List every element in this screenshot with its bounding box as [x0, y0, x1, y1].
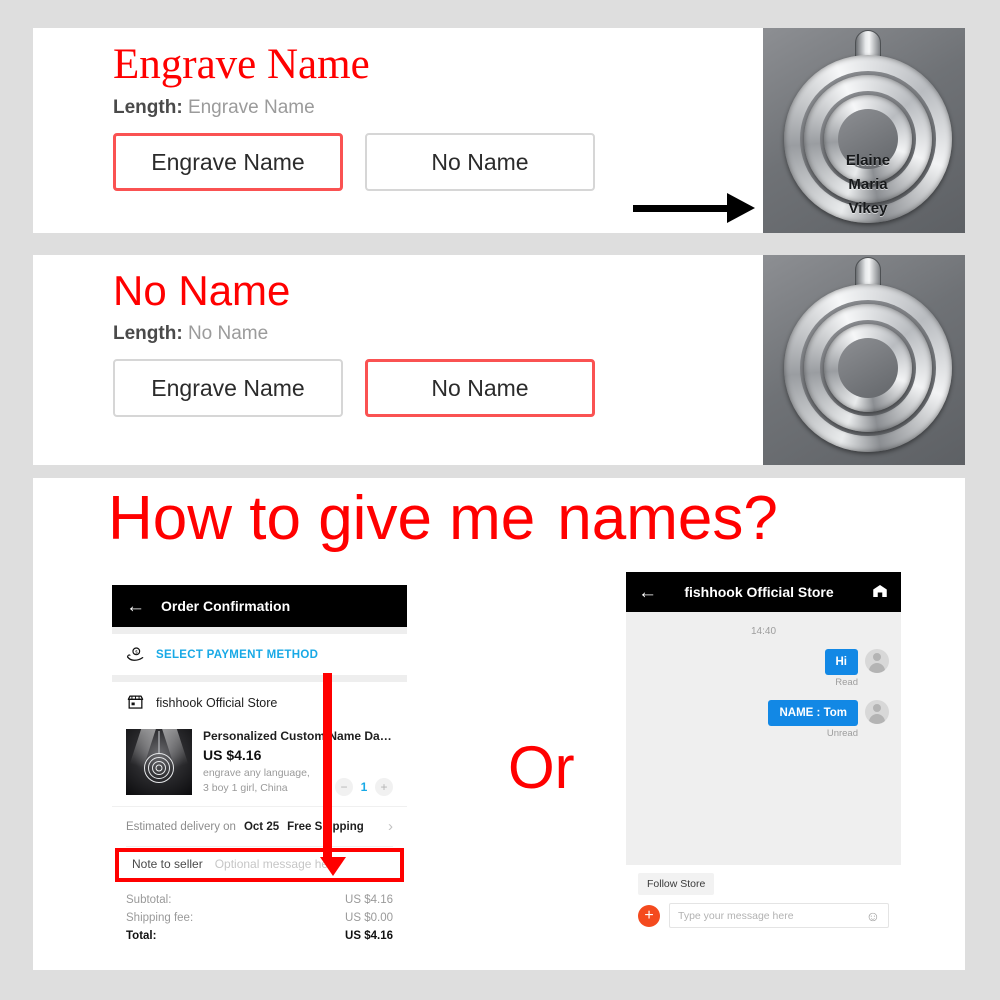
total-label: Subtotal: — [126, 894, 172, 907]
follow-store-button[interactable]: Follow Store — [638, 873, 715, 895]
product-price: US $4.16 — [203, 747, 262, 763]
order-totals: Subtotal: US $4.16 Shipping fee: US $0.0… — [112, 881, 407, 957]
product-info: Personalized Custom Name Date ... US $4.… — [203, 729, 393, 797]
length-row-engrave: Length: Engrave Name — [113, 97, 595, 119]
chat-bubble: Hi — [824, 649, 858, 675]
total-row-shipping: Shipping fee: US $0.00 — [126, 909, 393, 927]
store-icon[interactable] — [871, 582, 889, 603]
delivery-row[interactable]: Estimated delivery on Oct 25 Free Shippi… — [112, 806, 407, 846]
chat-timestamp: 14:40 — [750, 626, 777, 637]
necklace-ring-inner-hole — [838, 338, 898, 398]
divider — [112, 675, 407, 682]
chat-input-row: + Type your message here ☺ — [638, 903, 889, 928]
product-thumbnail — [126, 729, 192, 795]
chat-footer: Follow Store + Type your message here ☺ — [626, 865, 901, 938]
product-variant-row: engrave any language, 3 boy 1 girl, Chin… — [203, 766, 393, 797]
chat-message-1: Hi — [638, 649, 889, 675]
smiley-icon[interactable]: ☺ — [866, 908, 880, 924]
chat-message-list: 14:40 Hi Read NAME : Tom Unread — [626, 612, 901, 865]
chat-screenshot: ← fishhook Official Store 14:40 Hi Read — [626, 572, 901, 938]
chat-input-placeholder: Type your message here — [678, 909, 794, 922]
product-title: Personalized Custom Name Date ... — [203, 729, 393, 743]
order-screen-title: Order Confirmation — [161, 598, 291, 614]
chat-message-status-1: Read — [835, 677, 858, 688]
delivery-date: Oct 25 — [243, 820, 280, 833]
total-label: Total: — [126, 930, 157, 943]
option-block-engrave: Engrave Name Length: Engrave Name Engrav… — [113, 41, 595, 192]
product-row[interactable]: Personalized Custom Name Date ... US $4.… — [112, 723, 407, 806]
option-button-no-name[interactable]: No Name — [365, 359, 595, 418]
necklace-photo-engraved: Elaine Maria Vikey — [763, 28, 965, 233]
infographic-page: Engrave Name Length: Engrave Name Engrav… — [0, 0, 1000, 1000]
avatar — [865, 700, 889, 724]
product-variant: engrave any language, 3 boy 1 girl, Chin… — [203, 766, 310, 796]
option-button-engrave-name[interactable]: Engrave Name — [113, 359, 343, 418]
engraved-name-2: Maria — [848, 176, 888, 193]
product-variant-line2: 3 boy 1 girl, China — [203, 782, 288, 795]
store-icon — [126, 693, 145, 712]
note-to-seller-wrap: Note to seller Optional message here — [112, 846, 407, 883]
order-topbar: ← Order Confirmation — [112, 585, 407, 627]
panel-title-engrave: Engrave Name — [113, 41, 370, 88]
chat-bubble: NAME : Tom — [768, 700, 858, 726]
select-payment-method-label: SELECT PAYMENT METHOD — [156, 648, 319, 661]
store-row[interactable]: fishhook Official Store — [112, 682, 407, 723]
delivery-prefix: Estimated delivery on — [126, 820, 236, 833]
or-separator-text: Or — [508, 734, 575, 801]
length-label: Length: — [113, 97, 183, 119]
option-block-noname: No Name Length: No Name Engrave Name No … — [113, 267, 595, 418]
option-buttons-noname: Engrave Name No Name — [113, 359, 595, 418]
note-to-seller-row[interactable]: Note to seller Optional message here — [126, 846, 393, 881]
length-value: Engrave Name — [187, 97, 315, 119]
total-value: US $4.16 — [345, 930, 393, 943]
option-buttons-engrave: Engrave Name No Name — [113, 133, 595, 192]
store-name-label: fishhook Official Store — [156, 695, 278, 710]
chat-message-input[interactable]: Type your message here ☺ — [669, 903, 889, 928]
panel-engrave-name: Engrave Name Length: Engrave Name Engrav… — [33, 28, 965, 233]
chat-title: fishhook Official Store — [684, 584, 834, 600]
panel-title-howto: How to give me names? — [108, 488, 778, 550]
total-value: US $0.00 — [345, 912, 393, 925]
total-row-subtotal: Subtotal: US $4.16 — [126, 891, 393, 909]
total-row-total: Total: US $4.16 — [126, 927, 393, 945]
howto-title-part1: How to give me — [108, 484, 536, 553]
quantity-value: 1 — [360, 780, 368, 795]
length-label: Length: — [113, 323, 183, 345]
chat-topbar: ← fishhook Official Store — [626, 572, 901, 612]
engraved-name-1: Elaine — [845, 152, 891, 169]
quantity-stepper[interactable]: − 1 + — [335, 778, 393, 797]
plus-icon[interactable]: + — [638, 904, 660, 927]
avatar — [865, 649, 889, 673]
length-row-noname: Length: No Name — [113, 323, 595, 345]
panel-how-to-give-names: How to give me names? Or ← Order Confirma… — [33, 478, 965, 970]
back-arrow-icon[interactable]: ← — [638, 583, 657, 602]
panel-no-name: No Name Length: No Name Engrave Name No … — [33, 255, 965, 465]
divider — [112, 627, 407, 634]
order-confirmation-screenshot: ← Order Confirmation $ SELECT PAYMENT ME… — [112, 585, 407, 958]
option-button-engrave-name[interactable]: Engrave Name — [113, 133, 343, 192]
total-value: US $4.16 — [345, 894, 393, 907]
total-label: Shipping fee: — [126, 912, 194, 925]
hand-coin-icon: $ — [126, 645, 145, 664]
engraved-name-3: Vikey — [848, 200, 888, 217]
right-arrow-icon — [633, 193, 755, 223]
svg-text:$: $ — [135, 649, 138, 655]
quantity-increment-button[interactable]: + — [375, 778, 393, 797]
option-button-no-name[interactable]: No Name — [365, 133, 595, 192]
note-to-seller-label: Note to seller — [132, 857, 203, 872]
select-payment-method-row[interactable]: $ SELECT PAYMENT METHOD — [112, 634, 407, 675]
red-down-arrow-annotation — [320, 673, 346, 876]
panel-title-noname: No Name — [113, 267, 291, 314]
product-variant-line1: engrave any language, — [203, 767, 310, 779]
chat-message-2: NAME : Tom — [638, 700, 889, 726]
howto-title-part2: names? — [557, 484, 778, 553]
necklace-photo-plain — [763, 255, 965, 465]
back-arrow-icon[interactable]: ← — [126, 597, 145, 616]
chat-message-status-2: Unread — [826, 728, 858, 739]
chevron-right-icon[interactable]: › — [388, 818, 393, 835]
quantity-decrement-button[interactable]: − — [335, 778, 353, 797]
length-value: No Name — [187, 323, 269, 345]
